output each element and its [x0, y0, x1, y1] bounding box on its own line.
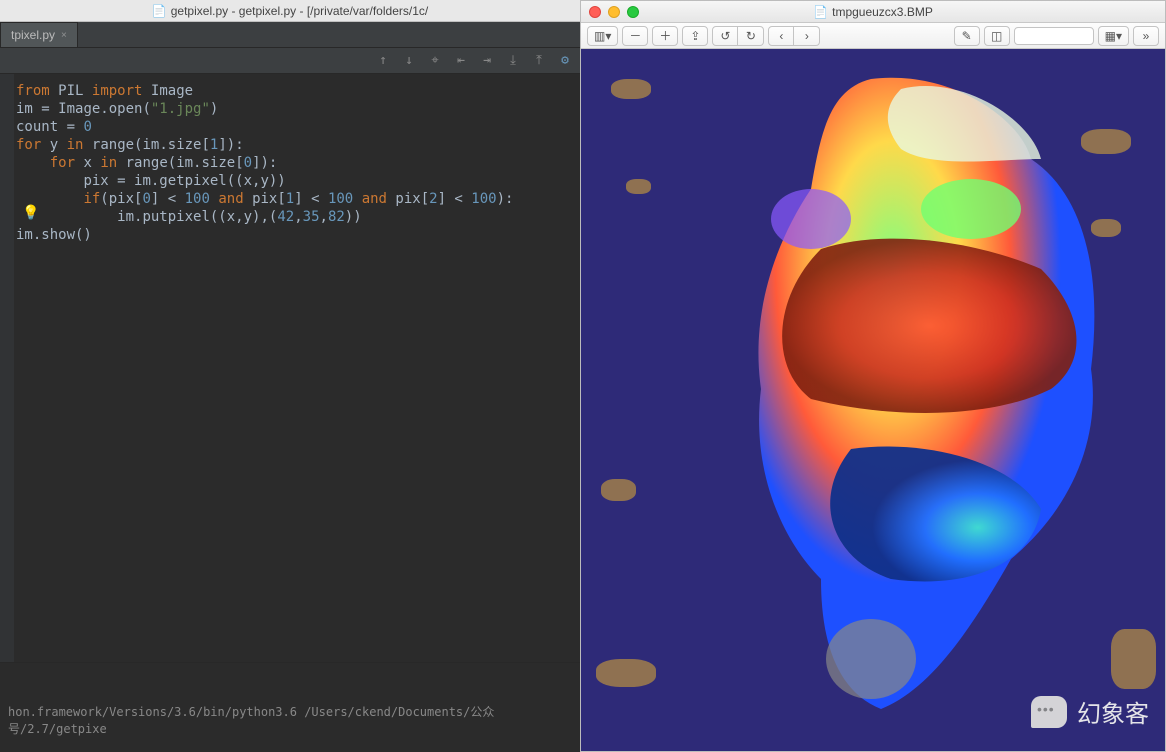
markup-button[interactable]: ✎	[954, 26, 980, 46]
editor-tab-strip: tpixel.py ×	[0, 22, 580, 48]
minimize-window-icon[interactable]	[608, 6, 620, 18]
ide-window-title: getpixel.py - getpixel.py - [/private/va…	[171, 4, 428, 18]
arrow-down-icon[interactable]: ↓	[400, 52, 418, 70]
target-icon[interactable]: ⌖	[426, 52, 444, 70]
prev-page-button[interactable]: ‹	[768, 26, 794, 46]
preview-toolbar: ▥▾ － ＋ ⇪ ↺ ↻ ‹ › ✎ ◫ ▦▾ »	[581, 23, 1165, 49]
preview-title: 📄 tmpgueuzcx3.BMP	[581, 5, 1165, 19]
zoom-in-button[interactable]: ＋	[652, 26, 678, 46]
gear-icon[interactable]: ⚙	[556, 52, 574, 70]
run-console[interactable]: hon.framework/Versions/3.6/bin/python3.6…	[0, 662, 580, 752]
intention-bulb-icon[interactable]: 💡	[22, 204, 39, 222]
close-tab-icon[interactable]: ×	[61, 30, 67, 41]
zoom-out-button[interactable]: －	[622, 26, 648, 46]
preview-window: 📄 tmpgueuzcx3.BMP ▥▾ － ＋ ⇪ ↺ ↻ ‹ › ✎ ◫ ▦…	[580, 0, 1166, 752]
bmp-file-icon: 📄	[813, 5, 828, 19]
zoom-window-icon[interactable]	[627, 6, 639, 18]
traffic-lights	[589, 6, 639, 18]
editor-gutter	[0, 74, 14, 662]
image-canvas[interactable]: 幻象客	[581, 49, 1165, 751]
search-input[interactable]	[1014, 27, 1094, 45]
preview-titlebar[interactable]: 📄 tmpgueuzcx3.BMP	[581, 1, 1165, 23]
image-content	[671, 69, 1101, 729]
code-line[interactable]: im = Image.open("1.jpg")	[16, 100, 576, 118]
editor-tab[interactable]: tpixel.py ×	[0, 22, 78, 47]
sidebar-toggle-button[interactable]: ▥▾	[587, 26, 618, 46]
code-line[interactable]: im.show()	[16, 226, 576, 244]
crop-button[interactable]: ◫	[984, 26, 1010, 46]
next-page-button[interactable]: ›	[794, 26, 820, 46]
more-button[interactable]: »	[1133, 26, 1159, 46]
code-line[interactable]: for x in range(im.size[0]):	[16, 154, 576, 172]
code-line[interactable]: if(pix[0] < 100 and pix[1] < 100 and pix…	[16, 190, 576, 208]
editor-toolbar: ↑ ↓ ⌖ ⇤ ⇥ ⤓ ⤒ ⚙	[0, 48, 580, 74]
close-window-icon[interactable]	[589, 6, 601, 18]
ide-window: 📄 getpixel.py - getpixel.py - [/private/…	[0, 0, 580, 752]
code-line[interactable]: from PIL import Image	[16, 82, 576, 100]
code-line[interactable]: pix = im.getpixel((x,y))	[16, 172, 576, 190]
rotate-left-button[interactable]: ↺	[712, 26, 738, 46]
preview-title-label: tmpgueuzcx3.BMP	[832, 5, 933, 19]
view-grid-button[interactable]: ▦▾	[1098, 26, 1129, 46]
arrow-up-icon[interactable]: ↑	[374, 52, 392, 70]
debug-step-icon[interactable]: ⤒	[530, 52, 548, 70]
ide-titlebar: 📄 getpixel.py - getpixel.py - [/private/…	[0, 0, 580, 22]
editor-tab-label: tpixel.py	[11, 28, 55, 42]
rotate-right-button[interactable]: ↻	[738, 26, 764, 46]
code-line[interactable]: count = 0	[16, 118, 576, 136]
code-line[interactable]: for y in range(im.size[1]):	[16, 136, 576, 154]
watermark-text: 幻象客	[1077, 694, 1149, 729]
chat-bubble-icon	[1031, 696, 1067, 728]
debug-step-icon[interactable]: ⤓	[504, 52, 522, 70]
breadcrumb[interactable]	[6, 48, 366, 73]
console-output: hon.framework/Versions/3.6/bin/python3.6…	[8, 705, 494, 736]
watermark: 幻象客	[1031, 694, 1149, 729]
debug-step-icon[interactable]: ⇥	[478, 52, 496, 70]
code-line[interactable]: im.putpixel((x,y),(42,35,82))	[16, 208, 576, 226]
share-button[interactable]: ⇪	[682, 26, 708, 46]
code-editor[interactable]: 💡 from PIL import Imageim = Image.open("…	[0, 74, 580, 662]
python-file-icon: 📄	[152, 4, 167, 18]
debug-step-icon[interactable]: ⇤	[452, 52, 470, 70]
